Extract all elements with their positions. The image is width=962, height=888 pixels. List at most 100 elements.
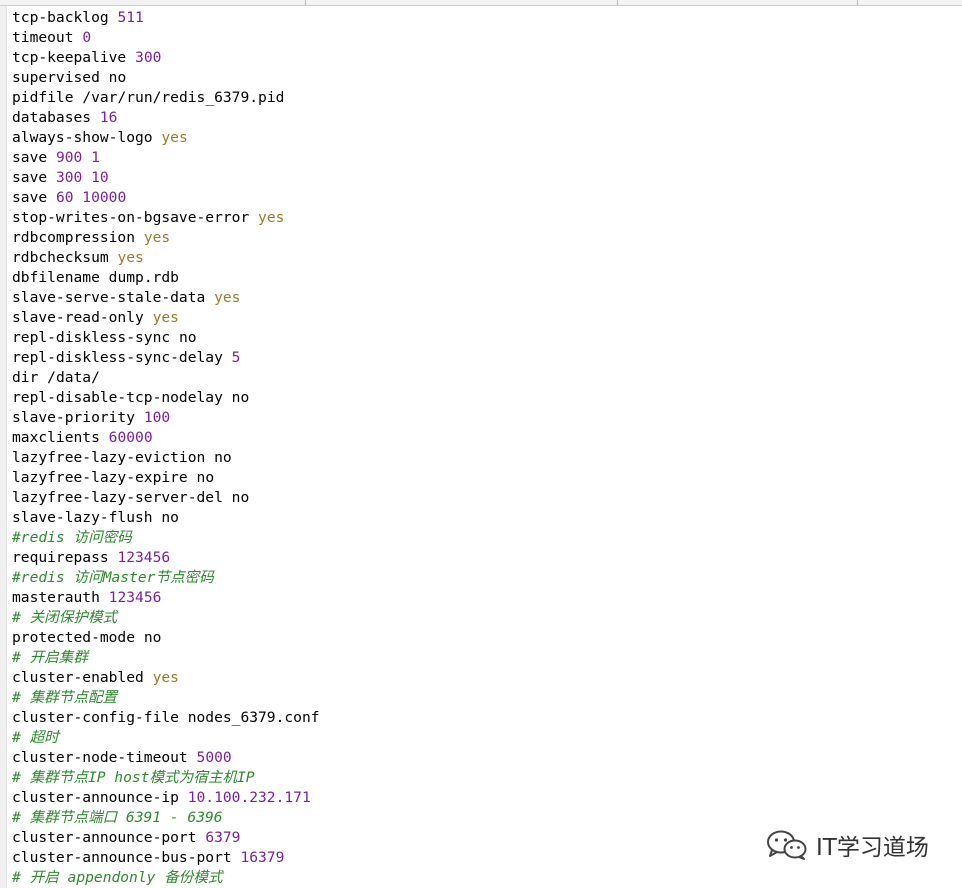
config-key: maxclients: [12, 429, 100, 446]
config-key: repl-disable-tcp-nodelay: [12, 389, 223, 406]
config-value: yes: [152, 309, 179, 326]
config-line: repl-diskless-sync-delay 5: [12, 348, 952, 368]
config-value: 60000: [108, 429, 153, 446]
config-value: yes: [152, 669, 179, 686]
config-value: no: [178, 329, 197, 346]
config-value: 16: [99, 109, 118, 126]
comment-line: # 超时: [12, 728, 952, 748]
config-line: rdbcompression yes: [12, 228, 952, 248]
comment-line: # 开启 appendonly 备份模式: [12, 868, 952, 888]
tab-divider: [617, 0, 618, 5]
comment-line: # 开启集群: [12, 648, 952, 668]
config-key: cluster-announce-ip: [12, 789, 179, 806]
code-editor[interactable]: tcp-backlog 511 timeout 0 tcp-keepalive 30…: [12, 8, 952, 888]
config-value: no: [214, 449, 232, 466]
config-value: /var/run/redis_6379.pid: [82, 89, 285, 106]
config-line: slave-serve-stale-data yes: [12, 288, 952, 308]
config-key: tcp-keepalive: [12, 49, 127, 66]
config-key: slave-priority: [12, 409, 136, 426]
editor-gutter: [0, 6, 7, 888]
config-line: slave-priority 100: [12, 408, 952, 428]
config-line: rdbchecksum yes: [12, 248, 952, 268]
config-key: stop-writes-on-bgsave-error: [12, 209, 250, 226]
comment-line: # 集群节点配置: [12, 688, 952, 708]
comment-text: #redis 访问密码: [12, 529, 132, 546]
config-value: 5000: [196, 749, 232, 766]
config-value: 6379: [205, 829, 241, 846]
config-value: 123456: [108, 589, 162, 606]
tab-divider: [305, 0, 306, 5]
config-line: stop-writes-on-bgsave-error yes: [12, 208, 952, 228]
config-key: always-show-logo: [12, 129, 153, 146]
comment-text: # 超时: [12, 729, 59, 746]
config-value: 10.100.232.171: [187, 789, 311, 806]
comment-line: #redis 访问Master节点密码: [12, 568, 952, 588]
config-value: 100: [143, 409, 171, 426]
config-key: slave-serve-stale-data: [12, 289, 206, 306]
config-value: 900 1: [55, 149, 100, 166]
config-key: save: [12, 169, 48, 186]
watermark: IT学习道场: [766, 828, 929, 862]
comment-line: #redis 访问密码: [12, 528, 952, 548]
watermark-text: IT学习道场: [816, 835, 929, 861]
config-key: lazyfree-lazy-expire: [12, 469, 188, 486]
config-line: dir /data/: [12, 368, 952, 388]
config-key: lazyfree-lazy-eviction: [12, 449, 206, 466]
comment-text: # 集群节点配置: [12, 689, 118, 706]
config-value: yes: [258, 209, 285, 226]
config-line: supervised no: [12, 68, 952, 88]
config-value: yes: [214, 289, 241, 306]
config-value: 123456: [117, 549, 171, 566]
config-line: repl-diskless-sync no: [12, 328, 952, 348]
config-line: masterauth 123456: [12, 588, 952, 608]
tab-divider: [857, 0, 858, 5]
config-key: requirepass: [12, 549, 109, 566]
config-value: 0: [82, 29, 92, 46]
config-line: save 60 10000: [12, 188, 952, 208]
config-value: no: [231, 389, 250, 406]
config-key: repl-diskless-sync-delay: [12, 349, 223, 366]
config-line: timeout 0: [12, 28, 952, 48]
config-line: tcp-backlog 511: [12, 8, 952, 28]
config-key: dbfilename: [12, 269, 100, 286]
config-key: databases: [12, 109, 92, 126]
config-key: cluster-config-file: [12, 709, 179, 726]
comment-text: # 关闭保护模式: [12, 609, 118, 626]
config-value: 16379: [240, 849, 285, 866]
config-key: supervised: [12, 69, 100, 86]
wechat-icon: [766, 830, 808, 860]
config-line: cluster-enabled yes: [12, 668, 952, 688]
config-key: slave-read-only: [12, 309, 144, 326]
config-line: always-show-logo yes: [12, 128, 952, 148]
config-key: save: [12, 149, 48, 166]
config-value: yes: [161, 129, 188, 146]
window-top-edge: [0, 0, 962, 6]
config-value: yes: [143, 229, 171, 246]
config-line: lazyfree-lazy-server-del no: [12, 488, 952, 508]
comment-text: # 开启集群: [12, 649, 88, 666]
config-value: dump.rdb: [108, 269, 179, 286]
config-line: dbfilename dump.rdb: [12, 268, 952, 288]
config-key: cluster-announce-port: [12, 829, 197, 846]
config-line: save 900 1: [12, 148, 952, 168]
config-line: protected-mode no: [12, 628, 952, 648]
config-value: 60 10000: [55, 189, 127, 206]
config-line: cluster-announce-ip 10.100.232.171: [12, 788, 952, 808]
config-key: cluster-enabled: [12, 669, 144, 686]
comment-line: # 集群节点IP host模式为宿主机IP: [12, 768, 952, 788]
config-value: no: [161, 509, 179, 526]
config-line: save 300 10: [12, 168, 952, 188]
comment-line: # 关闭保护模式: [12, 608, 952, 628]
config-line: pidfile /var/run/redis_6379.pid: [12, 88, 952, 108]
config-line: repl-disable-tcp-nodelay no: [12, 388, 952, 408]
config-value: 300 10: [55, 169, 109, 186]
comment-text: # 集群节点IP host模式为宿主机IP: [12, 769, 255, 786]
config-line: cluster-node-timeout 5000: [12, 748, 952, 768]
config-value: no: [196, 469, 215, 486]
comment-line: # 集群节点端口 6391 - 6396: [12, 808, 952, 828]
config-line: slave-read-only yes: [12, 308, 952, 328]
config-key: cluster-node-timeout: [12, 749, 188, 766]
config-key: pidfile: [12, 89, 74, 106]
comment-text: # 集群节点端口 6391 - 6396: [12, 809, 223, 826]
config-value: yes: [117, 249, 144, 266]
